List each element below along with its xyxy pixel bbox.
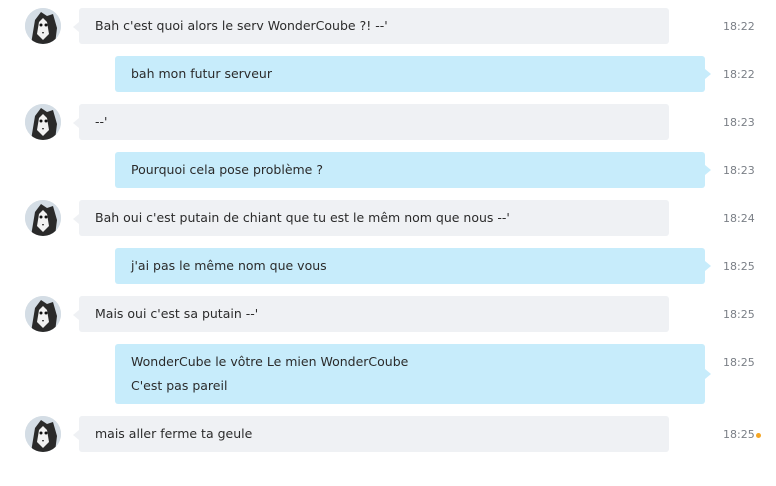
message-timestamp: 18:22 <box>723 20 755 33</box>
message-row: bah mon futur serveur 18:22 <box>0 56 776 92</box>
husky-avatar-icon[interactable] <box>25 296 61 332</box>
incoming-message-bubble[interactable]: Mais oui c'est sa putain --' <box>73 296 669 332</box>
message-timestamp: 18:25 <box>723 260 755 273</box>
message-timestamp: 18:23 <box>723 164 755 177</box>
message-text: WonderCube le vôtre Le mien WonderCoube <box>131 354 409 369</box>
message-row: Bah oui c'est putain de chiant que tu es… <box>0 200 776 236</box>
husky-avatar-icon[interactable] <box>25 200 61 236</box>
message-text: Mais oui c'est sa putain --' <box>95 306 259 321</box>
message-timestamp: 18:24 <box>723 212 755 225</box>
message-text: Pourquoi cela pose problème ? <box>131 162 323 177</box>
message-text: --' <box>95 114 108 129</box>
outgoing-message-bubble[interactable]: j'ai pas le même nom que vous <box>115 248 711 284</box>
message-row: mais aller ferme ta geule 18:25 <box>0 416 776 452</box>
message-timestamp: 18:25 <box>723 428 755 441</box>
message-text: mais aller ferme ta geule <box>95 426 253 441</box>
message-text: Bah oui c'est putain de chiant que tu es… <box>95 210 510 225</box>
outgoing-message-bubble[interactable]: Pourquoi cela pose problème ? <box>115 152 711 188</box>
message-timestamp: 18:25 <box>723 356 755 369</box>
incoming-message-bubble[interactable]: Bah c'est quoi alors le serv WonderCoube… <box>73 8 669 44</box>
outgoing-message-bubble[interactable]: bah mon futur serveur <box>115 56 711 92</box>
message-row: Bah c'est quoi alors le serv WonderCoube… <box>0 8 776 44</box>
incoming-message-bubble[interactable]: --' <box>73 104 669 140</box>
message-timestamp: 18:25 <box>723 308 755 321</box>
message-text: j'ai pas le même nom que vous <box>131 258 327 273</box>
husky-avatar-icon[interactable] <box>25 8 61 44</box>
message-row: Mais oui c'est sa putain --' 18:25 <box>0 296 776 332</box>
unread-dot-icon <box>756 433 761 438</box>
message-timestamp: 18:22 <box>723 68 755 81</box>
message-timestamp: 18:23 <box>723 116 755 129</box>
message-text: Bah c'est quoi alors le serv WonderCoube… <box>95 18 388 33</box>
message-text: C'est pas pareil <box>131 378 228 393</box>
message-row: Pourquoi cela pose problème ? 18:23 <box>0 152 776 188</box>
message-row: --' 18:23 <box>0 104 776 140</box>
message-text: bah mon futur serveur <box>131 66 272 81</box>
outgoing-message-bubble[interactable]: WonderCube le vôtre Le mien WonderCoube … <box>115 344 711 404</box>
chat-conversation: Bah c'est quoi alors le serv WonderCoube… <box>0 0 776 486</box>
incoming-message-bubble[interactable]: Bah oui c'est putain de chiant que tu es… <box>73 200 669 236</box>
incoming-message-bubble[interactable]: mais aller ferme ta geule <box>73 416 669 452</box>
message-row: j'ai pas le même nom que vous 18:25 <box>0 248 776 284</box>
message-row: WonderCube le vôtre Le mien WonderCoube … <box>0 344 776 404</box>
husky-avatar-icon[interactable] <box>25 416 61 452</box>
husky-avatar-icon[interactable] <box>25 104 61 140</box>
